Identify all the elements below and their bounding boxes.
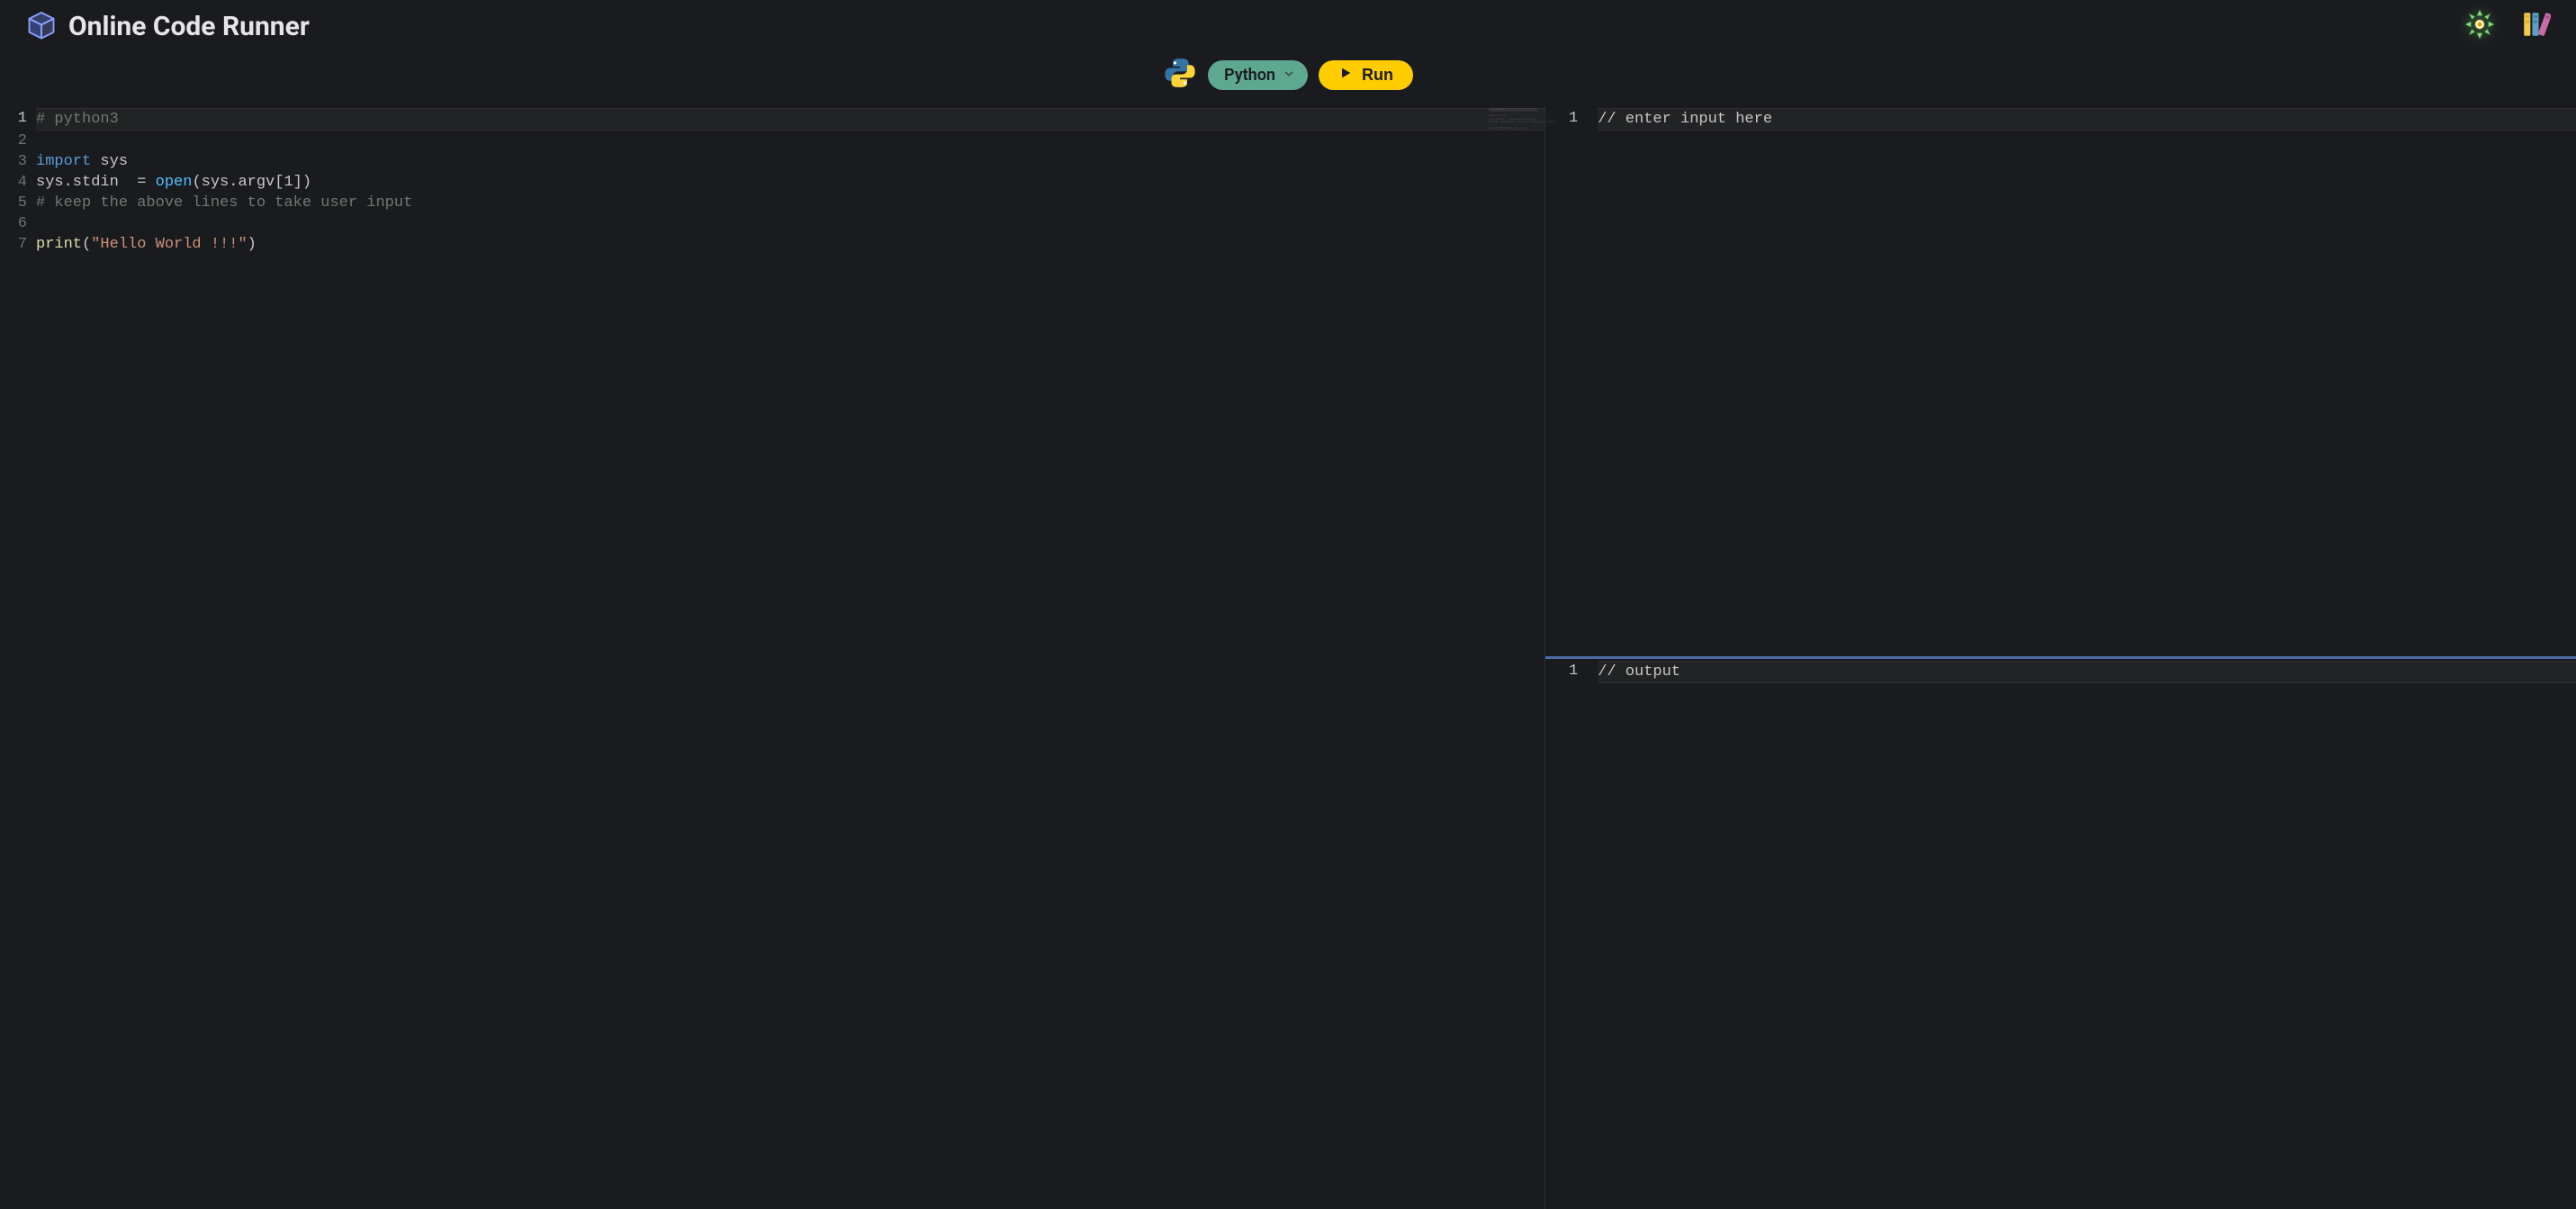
brand: Online Code Runner	[25, 10, 310, 42]
line-content: import sys	[36, 151, 1545, 172]
line-number: 6	[0, 213, 36, 234]
header: Online Code Runner	[0, 0, 2576, 47]
controls-bar: Python Run	[0, 47, 2576, 106]
line-number: 4	[0, 172, 36, 193]
line-content: sys.stdin = open(sys.argv[1])	[36, 172, 1545, 193]
line-number: 2	[0, 131, 36, 151]
code-line: 6	[0, 213, 1545, 234]
code-editor[interactable]: 1# python323import sys4sys.stdin = open(…	[0, 106, 1545, 1209]
palette-icon[interactable]	[2520, 9, 2551, 43]
code-line: 5# keep the above lines to take user inp…	[0, 193, 1545, 213]
line-number: 1	[1545, 661, 1598, 683]
language-label: Python	[1224, 66, 1275, 85]
chevron-down-icon	[1283, 66, 1295, 85]
line-number: 3	[0, 151, 36, 172]
run-label: Run	[1362, 66, 1393, 85]
language-selector[interactable]: Python	[1208, 60, 1308, 90]
output-editor[interactable]: 1// output	[1545, 656, 2576, 1209]
logo-cube-icon	[25, 10, 58, 42]
code-line: 1// enter input here	[1545, 108, 2576, 131]
line-content: print("Hello World !!!")	[36, 234, 1545, 255]
line-content	[36, 131, 1545, 151]
code-line: 1// output	[1545, 661, 2576, 683]
code-line: 2	[0, 131, 1545, 151]
line-content	[36, 213, 1545, 234]
input-editor[interactable]: 1// enter input here	[1545, 106, 2576, 656]
line-number: 5	[0, 193, 36, 213]
line-number: 7	[0, 234, 36, 255]
code-line: 3import sys	[0, 151, 1545, 172]
run-button[interactable]: Run	[1319, 60, 1413, 90]
code-line: 7print("Hello World !!!")	[0, 234, 1545, 255]
line-content: // output	[1598, 661, 2576, 683]
play-icon	[1338, 66, 1353, 85]
code-line: 4sys.stdin = open(sys.argv[1])	[0, 172, 1545, 193]
line-content: // enter input here	[1598, 108, 2576, 131]
python-logo-icon	[1163, 56, 1197, 94]
line-content: # python3	[36, 108, 1545, 131]
line-number: 1	[1545, 108, 1598, 131]
line-number: 1	[0, 108, 36, 131]
line-content: # keep the above lines to take user inpu…	[36, 193, 1545, 213]
app-title: Online Code Runner	[68, 11, 310, 42]
theme-toggle-icon[interactable]	[2464, 9, 2495, 43]
code-line: 1# python3	[0, 108, 1545, 131]
